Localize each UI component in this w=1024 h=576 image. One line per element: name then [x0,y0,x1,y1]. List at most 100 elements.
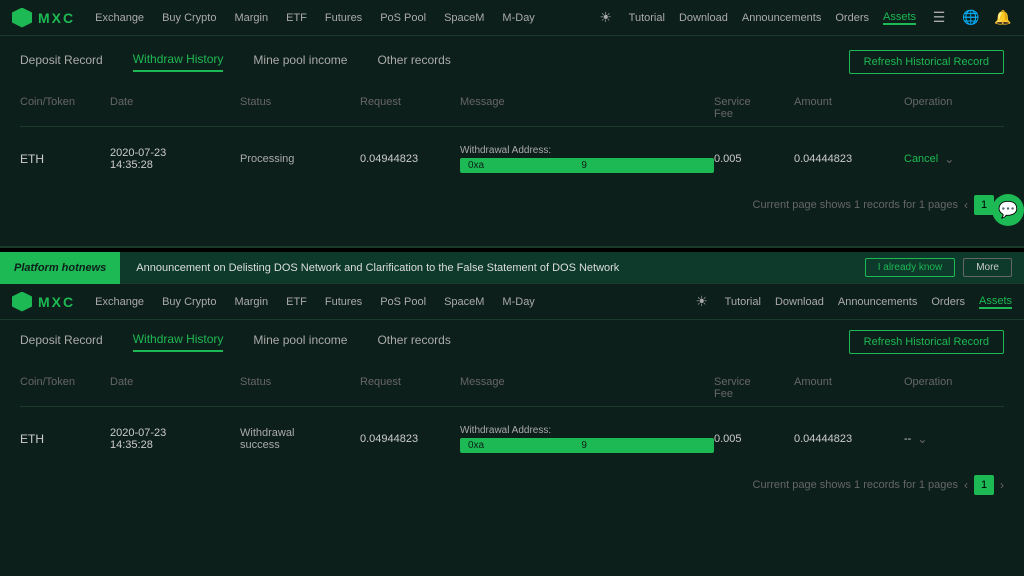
tab-deposit-record-bottom[interactable]: Deposit Record [20,333,103,351]
nav-orders[interactable]: Orders [835,12,869,24]
feedback-button[interactable]: 💬 [992,194,1024,226]
nav-right-bottom: ☀ Tutorial Download Announcements Orders… [693,293,1012,311]
logo[interactable]: MXC [12,8,75,28]
col-request: Request [360,96,460,120]
cell-message-b: Withdrawal Address: 0xa 9 [460,425,714,453]
nav-margin-bottom[interactable]: Margin [234,296,268,308]
cell-operation: Cancel ⌄ [904,152,1004,166]
bottom-content: Deposit Record Withdraw History Mine poo… [0,320,1024,509]
hotnews-actions: I already know More [865,258,1024,277]
nav-pos-pool-bottom[interactable]: PoS Pool [380,296,426,308]
cell-operation-b: -- ⌄ [904,432,1004,446]
nav-futures-bottom[interactable]: Futures [325,296,362,308]
nav-etf-bottom[interactable]: ETF [286,296,307,308]
col-coin: Coin/Token [20,96,110,120]
nav-pos-pool[interactable]: PoS Pool [380,12,426,24]
cell-amount: 0.04444823 [794,153,904,165]
cancel-button[interactable]: Cancel [904,153,938,165]
hotnews-label: Platform hotnews [0,252,120,284]
nav-spacem[interactable]: SpaceM [444,12,484,24]
col-service-fee: ServiceFee [714,96,794,120]
tabs-bottom: Deposit Record Withdraw History Mine poo… [20,330,1004,354]
logo-icon [12,8,32,28]
cell-service-fee: 0.005 [714,153,794,165]
logo-icon-bottom [12,292,32,312]
chevron-down-icon[interactable]: ⌄ [944,152,954,166]
nav-announcements-bottom[interactable]: Announcements [838,296,918,308]
nav-exchange-bottom[interactable]: Exchange [95,296,144,308]
nav-assets-bottom[interactable]: Assets [979,295,1012,309]
col-status-b: Status [240,376,360,400]
cell-request: 0.04944823 [360,153,460,165]
col-amount: Amount [794,96,904,120]
col-coin-b: Coin/Token [20,376,110,400]
tab-mine-pool-bottom[interactable]: Mine pool income [253,333,347,351]
nav-announcements[interactable]: Announcements [742,12,822,24]
tab-mine-pool[interactable]: Mine pool income [253,53,347,71]
nav-download-bottom[interactable]: Download [775,296,824,308]
cell-message: Withdrawal Address: 0xa 9 [460,145,714,173]
tabs-top: Deposit Record Withdraw History Mine poo… [20,50,1004,74]
nav-buy-crypto[interactable]: Buy Crypto [162,12,216,24]
nav-mday-bottom[interactable]: M-Day [502,296,534,308]
nav-spacem-bottom[interactable]: SpaceM [444,296,484,308]
know-button[interactable]: I already know [865,258,955,277]
nav-futures[interactable]: Futures [325,12,362,24]
nav-tutorial[interactable]: Tutorial [629,12,665,24]
nav-mday[interactable]: M-Day [502,12,534,24]
nav-margin[interactable]: Margin [234,12,268,24]
tab-other-records[interactable]: Other records [377,53,450,71]
col-message: Message [460,96,714,120]
refresh-button-bottom[interactable]: Refresh Historical Record [849,330,1004,354]
address-value: 0xa 9 [460,158,714,173]
sun-icon-bottom[interactable]: ☀ [693,293,711,311]
col-date: Date [110,96,240,120]
cell-coin: ETH [20,152,110,166]
logo-text-bottom: MXC [38,294,75,310]
refresh-button-top[interactable]: Refresh Historical Record [849,50,1004,74]
hotnews-text: Announcement on Delisting DOS Network an… [120,262,864,274]
sun-icon[interactable]: ☀ [597,9,615,27]
logo-text: MXC [38,10,75,26]
prev-page-button[interactable]: ‹ [964,198,968,212]
tab-withdraw-history-bottom[interactable]: Withdraw History [133,332,224,352]
pagination-bottom: Current page shows 1 records for 1 pages… [20,475,1004,495]
cell-request-b: 0.04944823 [360,433,460,445]
globe-icon[interactable]: 🌐 [962,9,980,27]
table-row: ETH 2020-07-23 14:35:28 Processing 0.049… [20,135,1004,183]
nav-download[interactable]: Download [679,12,728,24]
more-button[interactable]: More [963,258,1012,277]
table-header-bottom: Coin/Token Date Status Request Message S… [20,370,1004,407]
cell-status-b: Withdrawal success [240,427,360,451]
address-value-b: 0xa 9 [460,438,714,453]
nav-buy-crypto-bottom[interactable]: Buy Crypto [162,296,216,308]
nav-assets[interactable]: Assets [883,11,916,25]
tab-deposit-record[interactable]: Deposit Record [20,53,103,71]
chevron-down-icon-b[interactable]: ⌄ [917,432,927,446]
col-operation-b: Operation [904,376,1004,400]
nav-tutorial-bottom[interactable]: Tutorial [725,296,761,308]
pagination-top: Current page shows 1 records for 1 pages… [20,195,1004,215]
current-page-bottom[interactable]: 1 [974,475,994,495]
next-page-button-bottom[interactable]: › [1000,478,1004,492]
cell-status: Processing [240,153,360,165]
current-page[interactable]: 1 [974,195,994,215]
nav-orders-bottom[interactable]: Orders [931,296,965,308]
navbar-top: MXC Exchange Buy Crypto Margin ETF Futur… [0,0,1024,36]
nav-exchange[interactable]: Exchange [95,12,144,24]
nav-items-bottom: Exchange Buy Crypto Margin ETF Futures P… [95,296,693,308]
cell-date-b: 2020-07-23 14:35:28 [110,427,240,451]
col-service-fee-b: ServiceFee [714,376,794,400]
bottom-section: MXC Exchange Buy Crypto Margin ETF Futur… [0,284,1024,576]
logo-bottom[interactable]: MXC [12,292,75,312]
nav-right: ☀ Tutorial Download Announcements Orders… [597,9,1012,27]
col-status: Status [240,96,360,120]
prev-page-button-bottom[interactable]: ‹ [964,478,968,492]
cell-date: 2020-07-23 14:35:28 [110,147,240,171]
nav-etf[interactable]: ETF [286,12,307,24]
bell-icon[interactable]: 🔔 [994,9,1012,27]
col-request-b: Request [360,376,460,400]
user-icon[interactable]: ☰ [930,9,948,27]
tab-withdraw-history[interactable]: Withdraw History [133,52,224,72]
tab-other-records-bottom[interactable]: Other records [377,333,450,351]
